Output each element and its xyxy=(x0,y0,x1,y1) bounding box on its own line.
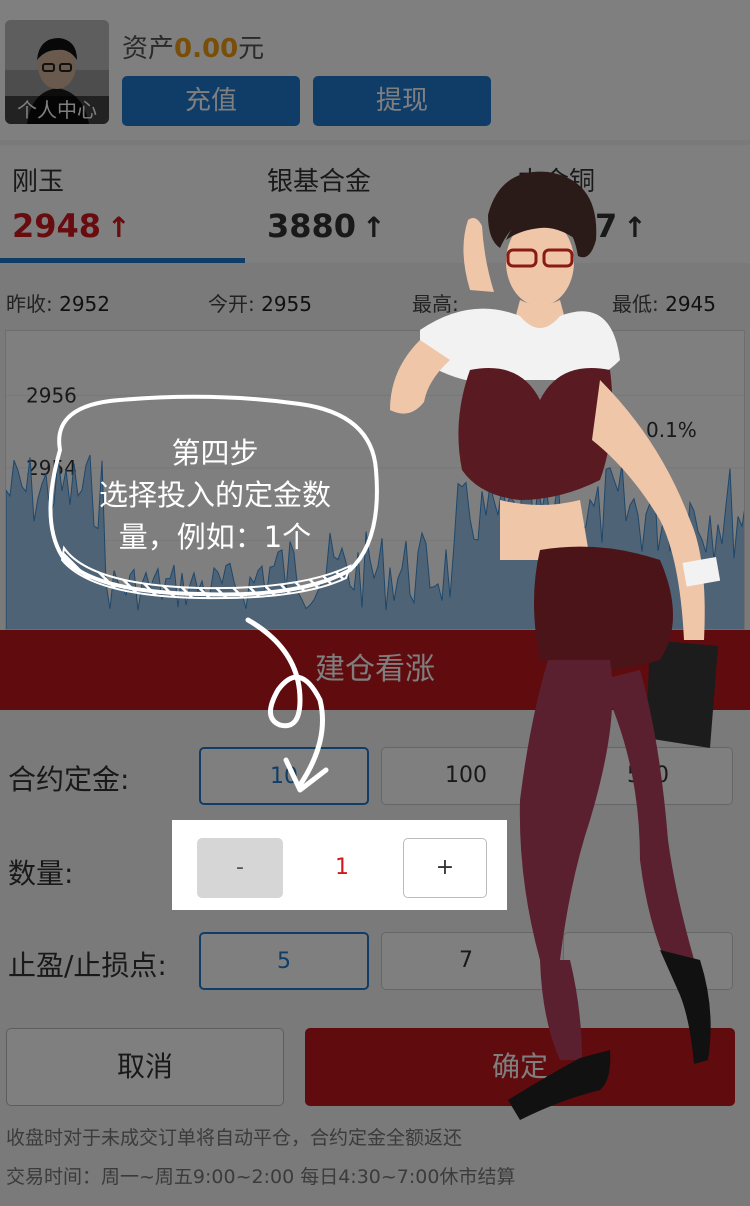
arrow-up-icon: ↑ xyxy=(107,211,131,244)
price-value: 2948 xyxy=(12,207,102,245)
y-tick-label: 2954 xyxy=(26,456,77,480)
cancel-button[interactable]: 取消 xyxy=(6,1028,284,1106)
quantity-value: 1 xyxy=(335,855,349,880)
assets-balance: 资产0.00元 xyxy=(122,28,264,65)
deposit-option-10[interactable]: 10 xyxy=(199,747,369,805)
tab-copper[interactable]: 中金铜 7 ↑ xyxy=(505,145,750,263)
high-label: 最高: xyxy=(412,292,459,316)
deposit-label: 合约定金: xyxy=(8,763,130,796)
arrow-up-icon: ↑ xyxy=(623,211,647,244)
arrow-up-icon: ↑ xyxy=(362,211,386,244)
product-tabs: 刚玉 2948 ↑ 银基合金 3880 ↑ 中金铜 7 ↑ xyxy=(0,145,750,263)
deposit-option-500[interactable]: 500 xyxy=(563,747,733,805)
stop-option-7[interactable]: 7 xyxy=(381,932,551,990)
price-value: 3880 xyxy=(267,207,357,245)
quantity-plus-button[interactable]: + xyxy=(403,838,487,898)
confirm-button[interactable]: 确定 xyxy=(305,1028,735,1106)
open-value: 2955 xyxy=(261,292,313,316)
tab-price: 7 ↑ xyxy=(595,207,647,245)
account-header: 个人中心 资产0.00元 充值 提现 xyxy=(0,0,750,140)
tab-price: 3880 ↑ xyxy=(267,207,386,245)
open-price: 今开: 2955 xyxy=(208,288,312,317)
tab-price: 2948 ↑ xyxy=(12,207,131,245)
avatar[interactable]: 个人中心 xyxy=(5,20,109,124)
withdraw-button[interactable]: 提现 xyxy=(313,76,491,126)
change-percent-label: 0.1% xyxy=(646,418,697,442)
prev-close: 昨收: 2952 xyxy=(6,288,110,317)
tab-silver-alloy[interactable]: 银基合金 3880 ↑ xyxy=(255,145,500,263)
open-label: 今开: xyxy=(208,292,255,316)
stop-option-extra[interactable] xyxy=(563,932,733,990)
high-price: 最高: xyxy=(412,288,459,317)
buy-long-button[interactable]: 建仓看涨 xyxy=(0,630,750,710)
tab-name: 银基合金 xyxy=(267,167,372,197)
price-trace-area xyxy=(6,454,744,629)
assets-label: 资产 xyxy=(122,34,175,64)
quantity-minus-button[interactable]: - xyxy=(197,838,283,898)
avatar-label[interactable]: 个人中心 xyxy=(5,96,109,124)
quantity-label: 数量: xyxy=(8,857,74,890)
recharge-button[interactable]: 充值 xyxy=(122,76,300,126)
stop-option-5[interactable]: 5 xyxy=(199,932,369,990)
assets-unit: 元 xyxy=(238,34,265,64)
tab-name: 刚玉 xyxy=(12,167,65,197)
deposit-option-100[interactable]: 100 xyxy=(381,747,551,805)
low-label: 最低: xyxy=(612,292,659,316)
price-chart-svg: 29562954295229500.1% xyxy=(6,383,744,629)
close-note: 收盘时对于未成交订单将自动平仓，合约定金全额返还 xyxy=(6,1127,463,1149)
tab-corundum[interactable]: 刚玉 2948 ↑ xyxy=(0,145,245,263)
prev-close-value: 2952 xyxy=(59,292,111,316)
price-value: 7 xyxy=(595,207,618,245)
price-chart: 29562954295229500.1% xyxy=(5,330,745,630)
prev-close-label: 昨收: xyxy=(6,292,53,316)
low-value: 2945 xyxy=(665,292,717,316)
quote-row: 昨收: 2952 今开: 2955 最高: 最低: 2945 xyxy=(0,280,750,320)
stop-label: 止盈/止损点: xyxy=(8,949,167,982)
y-tick-label: 2956 xyxy=(26,383,77,407)
assets-amount: 0.00 xyxy=(174,34,239,64)
tab-name: 中金铜 xyxy=(517,167,596,197)
low-price: 最低: 2945 xyxy=(612,288,716,317)
quantity-stepper[interactable]: - 1 + xyxy=(172,820,507,910)
trading-hours: 交易时间：周一~周五9:00~2:00 每日4:30~7:00休市结算 xyxy=(6,1166,516,1188)
